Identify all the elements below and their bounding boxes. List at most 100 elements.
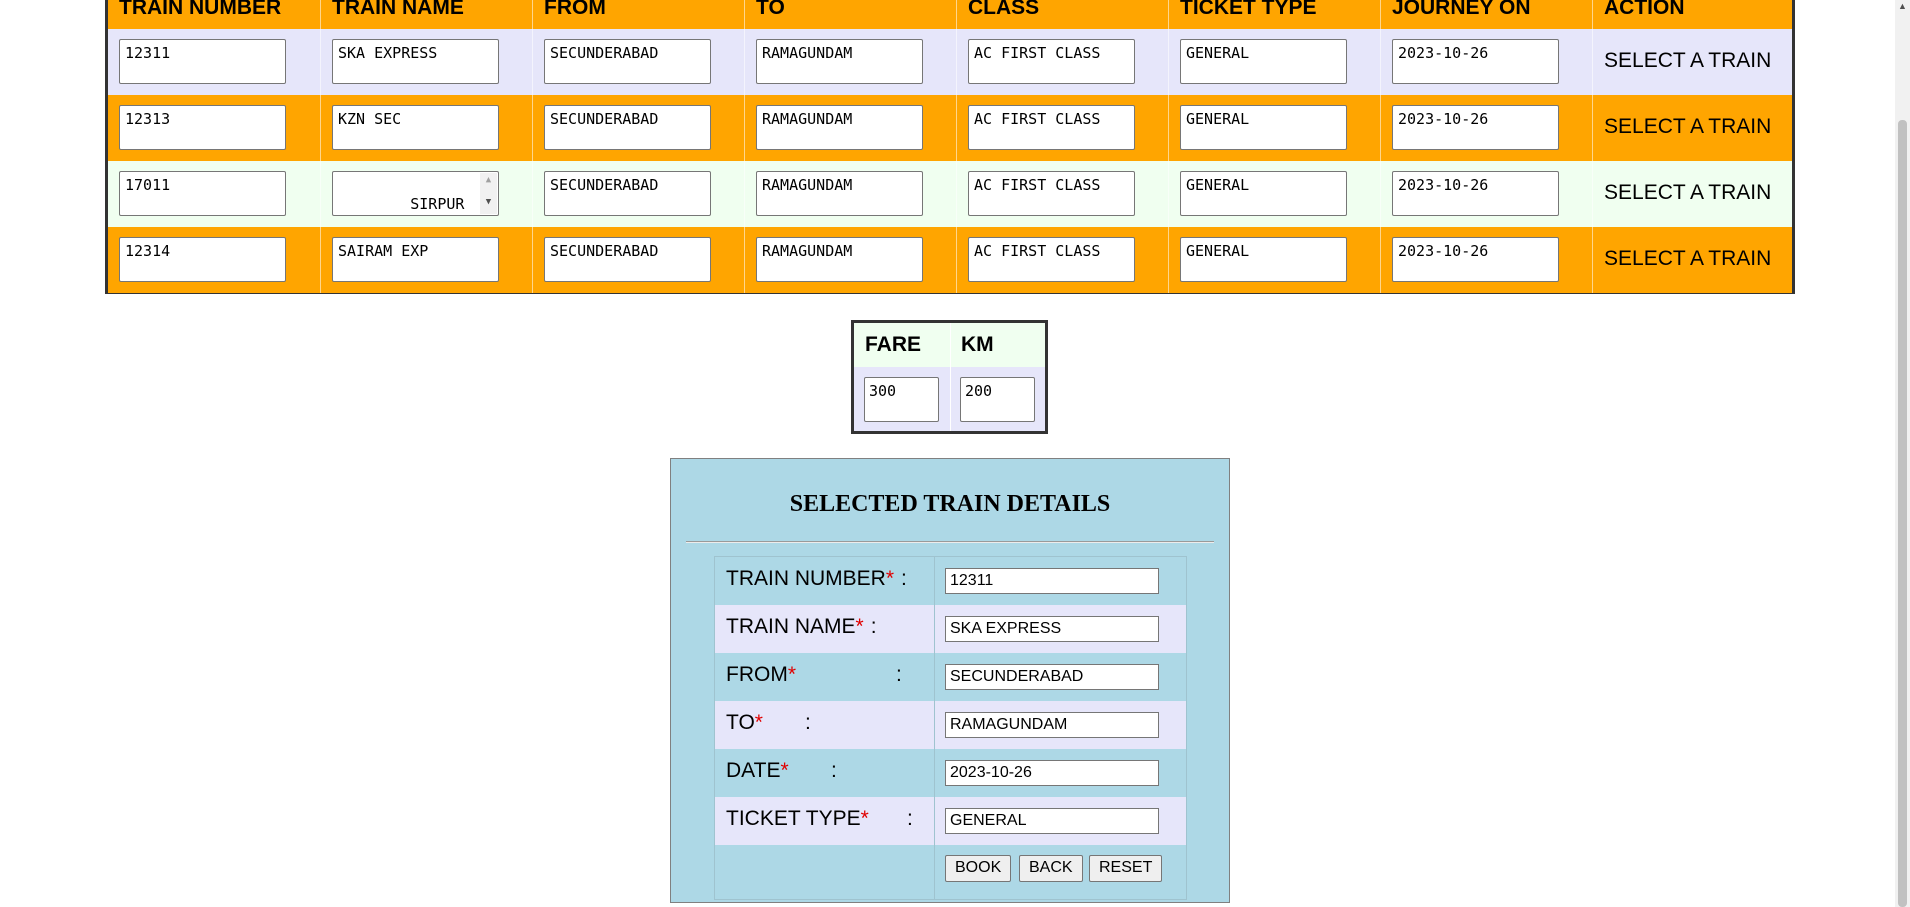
to-label: TO*: bbox=[715, 701, 935, 749]
journey-date-field[interactable]: 2023-10-26 bbox=[1392, 39, 1559, 84]
class-field[interactable]: AC FIRST CLASS bbox=[968, 105, 1135, 150]
train-number-field[interactable]: 17011 bbox=[119, 171, 286, 216]
train-name-label: TRAIN NAME*: bbox=[715, 605, 935, 653]
train-name-text: SIRPUR KAGHAZNAGAR bbox=[338, 195, 465, 215]
to-field[interactable]: RAMAGUNDAM bbox=[756, 105, 923, 150]
train-name-field[interactable]: KZN SEC bbox=[332, 105, 499, 150]
empty-cell bbox=[715, 845, 935, 899]
fare-table: FARE KM 300 200 bbox=[851, 320, 1048, 434]
required-mark: * bbox=[780, 759, 789, 782]
form-row-to: TO*: RAMAGUNDAM bbox=[715, 701, 1186, 749]
train-name-field[interactable]: SAIRAM EXP bbox=[332, 237, 499, 282]
journey-date-field[interactable]: 2023-10-26 bbox=[1392, 171, 1559, 216]
select-train-link[interactable]: SELECT A TRAIN bbox=[1604, 115, 1771, 139]
train-name-field[interactable]: SKA EXPRESS bbox=[332, 39, 499, 84]
ticket-type-label: TICKET TYPE*: bbox=[715, 797, 935, 845]
divider bbox=[686, 541, 1214, 543]
from-field[interactable]: SECUNDERABAD bbox=[544, 105, 711, 150]
journey-date-field[interactable]: 2023-10-26 bbox=[1392, 105, 1559, 150]
class-field[interactable]: AC FIRST CLASS bbox=[968, 39, 1135, 84]
table-row: 12313 KZN SEC SECUNDERABAD RAMAGUNDAM AC… bbox=[108, 95, 1792, 161]
ticket-type-input[interactable]: GENERAL bbox=[945, 808, 1159, 834]
column-divider bbox=[950, 323, 951, 431]
train-number-field[interactable]: 12314 bbox=[119, 237, 286, 282]
panel-title: SELECTED TRAIN DETAILS bbox=[789, 491, 1111, 517]
journey-date-field[interactable]: 2023-10-26 bbox=[1392, 237, 1559, 282]
form-row-ticket-type: TICKET TYPE*: GENERAL bbox=[715, 797, 1186, 845]
table-header-row: TRAIN NUMBER TRAIN NAME FROM TO CLASS TI… bbox=[108, 0, 1792, 29]
book-button[interactable]: BOOK bbox=[945, 855, 1012, 882]
header-class: CLASS bbox=[956, 0, 1168, 29]
scroll-up-icon[interactable]: ▲ bbox=[480, 175, 497, 185]
header-journey-on: JOURNEY ON bbox=[1380, 0, 1592, 29]
form-row-date: DATE*: 2023-10-26 bbox=[715, 749, 1186, 797]
booking-form: TRAIN NUMBER*: 12311 TRAIN NAME*: SKA EX… bbox=[714, 556, 1187, 900]
train-number-field[interactable]: 12313 bbox=[119, 105, 286, 150]
form-row-from: FROM*: SECUNDERABAD bbox=[715, 653, 1186, 701]
header-train-name: TRAIN NAME bbox=[320, 0, 532, 29]
scroll-up-arrow-icon[interactable]: ▲ bbox=[1895, 0, 1910, 12]
colon: : bbox=[831, 759, 837, 782]
header-train-number: TRAIN NUMBER bbox=[119, 0, 282, 19]
table-row: 12314 SAIRAM EXP SECUNDERABAD RAMAGUNDAM… bbox=[108, 227, 1792, 293]
ticket-type-field[interactable]: GENERAL bbox=[1180, 39, 1347, 84]
class-field[interactable]: AC FIRST CLASS bbox=[968, 237, 1135, 282]
ticket-type-field[interactable]: GENERAL bbox=[1180, 237, 1347, 282]
header-from: FROM bbox=[532, 0, 744, 29]
select-train-link[interactable]: SELECT A TRAIN bbox=[1604, 49, 1771, 73]
required-mark: * bbox=[787, 663, 797, 686]
to-field[interactable]: RAMAGUNDAM bbox=[756, 39, 923, 84]
required-mark: * bbox=[855, 615, 864, 638]
km-field[interactable]: 200 bbox=[960, 377, 1035, 422]
page-scrollbar[interactable]: ▲ bbox=[1895, 0, 1910, 907]
train-number-label: TRAIN NUMBER*: bbox=[715, 557, 935, 605]
to-field[interactable]: RAMAGUNDAM bbox=[756, 237, 923, 282]
required-mark: * bbox=[754, 711, 763, 734]
ticket-type-field[interactable]: GENERAL bbox=[1180, 171, 1347, 216]
fare-header: FARE bbox=[854, 323, 950, 367]
from-field[interactable]: SECUNDERABAD bbox=[544, 39, 711, 84]
date-input[interactable]: 2023-10-26 bbox=[945, 760, 1159, 786]
scroll-down-icon[interactable]: ▼ bbox=[480, 197, 497, 207]
to-field[interactable]: RAMAGUNDAM bbox=[756, 171, 923, 216]
class-field[interactable]: AC FIRST CLASS bbox=[968, 171, 1135, 216]
km-cell: 200 bbox=[950, 367, 1045, 431]
textarea-scrollbar[interactable]: ▲ ▼ bbox=[480, 173, 497, 214]
form-row-train-number: TRAIN NUMBER*: 12311 bbox=[715, 557, 1186, 605]
from-field[interactable]: SECUNDERABAD bbox=[544, 237, 711, 282]
from-input[interactable]: SECUNDERABAD bbox=[945, 664, 1159, 690]
to-input[interactable]: RAMAGUNDAM bbox=[945, 712, 1159, 738]
required-mark: * bbox=[860, 807, 869, 830]
header-action: ACTION bbox=[1592, 0, 1795, 29]
form-row-actions: BOOK BACK RESET bbox=[715, 845, 1186, 899]
from-label: FROM*: bbox=[715, 653, 935, 701]
select-train-link[interactable]: SELECT A TRAIN bbox=[1604, 247, 1771, 271]
form-row-train-name: TRAIN NAME*: SKA EXPRESS bbox=[715, 605, 1186, 653]
colon: : bbox=[907, 807, 913, 830]
colon: : bbox=[901, 567, 907, 590]
km-header: KM bbox=[950, 323, 1045, 367]
ticket-type-field[interactable]: GENERAL bbox=[1180, 105, 1347, 150]
train-number-input[interactable]: 12311 bbox=[945, 568, 1159, 594]
colon: : bbox=[870, 615, 877, 638]
fare-field[interactable]: 300 bbox=[864, 377, 939, 422]
selected-train-panel: SELECTED TRAIN DETAILS TRAIN NUMBER*: 12… bbox=[670, 458, 1230, 903]
table-row: 12311 SKA EXPRESS SECUNDERABAD RAMAGUNDA… bbox=[108, 29, 1792, 95]
back-button[interactable]: BACK bbox=[1019, 855, 1083, 882]
train-number-field[interactable]: 12311 bbox=[119, 39, 286, 84]
reset-button[interactable]: RESET bbox=[1089, 855, 1163, 882]
header-ticket-type: TICKET TYPE bbox=[1168, 0, 1380, 29]
fare-cell: 300 bbox=[854, 367, 950, 431]
from-field[interactable]: SECUNDERABAD bbox=[544, 171, 711, 216]
table-row: 17011 SIRPUR KAGHAZNAGAR ▲ ▼ SECUNDERABA… bbox=[108, 161, 1792, 227]
required-mark: * bbox=[885, 567, 895, 590]
colon: : bbox=[896, 663, 902, 686]
scrollbar-thumb[interactable] bbox=[1898, 120, 1907, 907]
select-train-link[interactable]: SELECT A TRAIN bbox=[1604, 181, 1771, 205]
train-results-table: TRAIN NUMBER TRAIN NAME FROM TO CLASS TI… bbox=[105, 0, 1795, 294]
header-to: TO bbox=[744, 0, 956, 29]
date-label: DATE*: bbox=[715, 749, 935, 797]
train-name-textarea[interactable]: SIRPUR KAGHAZNAGAR ▲ ▼ bbox=[332, 171, 499, 216]
train-name-input[interactable]: SKA EXPRESS bbox=[945, 616, 1159, 642]
colon: : bbox=[805, 711, 811, 734]
